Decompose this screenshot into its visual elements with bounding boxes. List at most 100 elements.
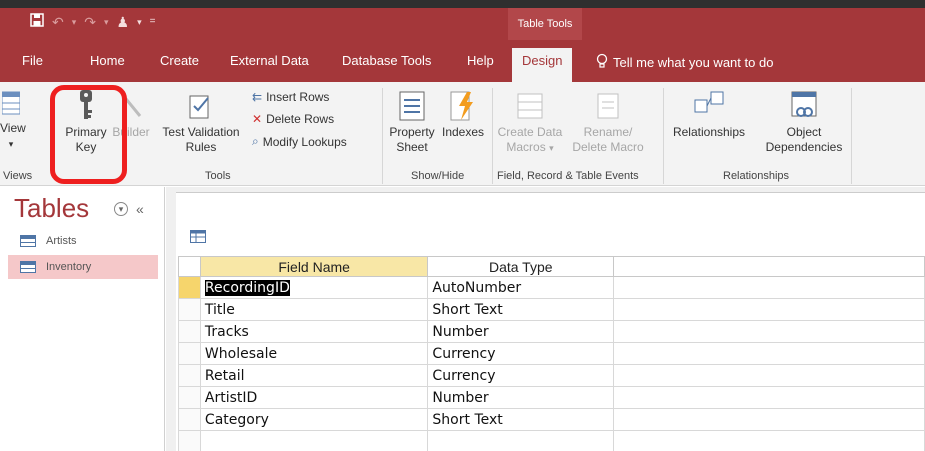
tell-me-search[interactable]: Tell me what you want to do: [596, 53, 773, 72]
delete-rows-button[interactable]: ✕ Delete Rows: [252, 112, 334, 126]
table-row[interactable]: Retail Currency: [178, 364, 925, 387]
ribbon-separator: [382, 88, 383, 184]
table-row[interactable]: RecordingID AutoNumber: [178, 276, 925, 299]
relationships-button[interactable]: Relationships: [668, 90, 750, 140]
table-row[interactable]: Wholesale Currency: [178, 342, 925, 365]
row-selector[interactable]: [178, 364, 201, 387]
tab-design[interactable]: Design: [512, 48, 573, 82]
description-cell[interactable]: [613, 408, 925, 431]
table-row-empty[interactable]: [178, 430, 925, 451]
tab-home[interactable]: Home: [90, 53, 125, 69]
test-validation-line2: Rules: [185, 140, 217, 154]
row-selector[interactable]: [178, 408, 201, 431]
collapse-pane-icon[interactable]: «: [136, 201, 144, 217]
object-dependencies-button[interactable]: Object Dependencies: [762, 90, 846, 155]
rename-delete-macro-button[interactable]: Rename/ Delete Macro: [568, 90, 648, 155]
customize-qat-icon[interactable]: =: [150, 13, 156, 31]
tab-external-data[interactable]: External Data: [230, 53, 309, 69]
description-cell[interactable]: [613, 386, 925, 409]
row-selector[interactable]: [178, 386, 201, 409]
relationships-icon: [694, 91, 724, 113]
navigation-pane: Tables ▾ « Artists Inventory: [0, 187, 165, 451]
table-icon: [20, 261, 36, 273]
ribbon-separator: [851, 88, 852, 184]
table-row[interactable]: ArtistID Number: [178, 386, 925, 409]
modify-lookups-button[interactable]: ⌕ Modify Lookups: [252, 134, 347, 149]
object-dependencies-icon: [791, 91, 817, 117]
row-selector[interactable]: [178, 320, 201, 343]
touch-mode-icon[interactable]: ♟: [117, 13, 130, 31]
tab-database-tools[interactable]: Database Tools: [342, 53, 431, 69]
field-name-cell[interactable]: Category: [199, 408, 429, 431]
test-validation-line1: Test Validation: [162, 125, 240, 139]
data-type-cell[interactable]: Currency: [427, 342, 615, 365]
group-label-tools: Tools: [205, 170, 231, 182]
table-icon: [20, 235, 36, 247]
description-cell[interactable]: [613, 320, 925, 343]
touch-dropdown-icon[interactable]: ▾: [137, 13, 142, 31]
description-cell[interactable]: [613, 298, 925, 321]
field-name-cell[interactable]: Wholesale: [199, 342, 429, 365]
field-name-cell[interactable]: Title: [199, 298, 429, 321]
data-type-cell[interactable]: Number: [427, 386, 615, 409]
tab-create[interactable]: Create: [160, 53, 199, 69]
view-button[interactable]: View ▾: [0, 90, 26, 152]
insert-rows-button[interactable]: ⇇ Insert Rows: [252, 90, 329, 104]
property-sheet-line1: Property: [389, 125, 435, 139]
indexes-button[interactable]: Indexes: [438, 90, 488, 140]
rename-delete-line2: Delete Macro: [572, 140, 644, 154]
field-name-cell[interactable]: RecordingID: [199, 276, 429, 299]
field-name-cell[interactable]: Tracks: [199, 320, 429, 343]
lightbulb-icon: [596, 53, 608, 72]
tab-file[interactable]: File: [22, 53, 43, 69]
field-name-cell[interactable]: Retail: [199, 364, 429, 387]
rename-delete-line1: Rename/: [583, 125, 633, 139]
table-row[interactable]: Title Short Text: [178, 298, 925, 321]
field-name-cell[interactable]: [199, 430, 429, 451]
data-type-cell[interactable]: AutoNumber: [427, 276, 615, 299]
nav-pane-controls: ▾ «: [114, 201, 144, 217]
data-type-cell[interactable]: Short Text: [427, 298, 615, 321]
tab-help[interactable]: Help: [467, 53, 494, 69]
ribbon-separator: [663, 88, 664, 184]
create-data-macros-button[interactable]: Create Data Macros ▾: [494, 90, 566, 156]
nav-item-inventory[interactable]: Inventory: [8, 255, 158, 279]
table-row[interactable]: Category Short Text: [178, 408, 925, 431]
nav-item-artists[interactable]: Artists: [8, 229, 158, 253]
object-dep-line1: Object: [786, 125, 822, 139]
row-selector-current[interactable]: [178, 276, 201, 299]
property-sheet-button[interactable]: Property Sheet: [386, 90, 438, 155]
description-cell[interactable]: [613, 430, 925, 451]
table-design-icon: [190, 230, 206, 246]
nav-menu-dropdown-icon[interactable]: ▾: [114, 202, 128, 216]
insert-rows-label: Insert Rows: [266, 90, 330, 104]
nav-pane-title[interactable]: Tables: [14, 193, 89, 224]
field-name-cell[interactable]: ArtistID: [199, 386, 429, 409]
redo-dropdown-icon[interactable]: ▾: [104, 13, 109, 31]
redo-icon[interactable]: ↷: [84, 13, 96, 31]
modify-lookups-icon: ⌕: [252, 134, 259, 148]
data-type-cell[interactable]: Currency: [427, 364, 615, 387]
insert-rows-icon: ⇇: [252, 90, 263, 104]
undo-icon[interactable]: ↶: [52, 13, 64, 31]
row-selector[interactable]: [178, 342, 201, 365]
table-row[interactable]: Tracks Number: [178, 320, 925, 343]
undo-dropdown-icon[interactable]: ▾: [72, 13, 77, 31]
description-cell[interactable]: [613, 364, 925, 387]
view-icon: [2, 91, 20, 115]
description-cell[interactable]: [613, 342, 925, 365]
test-validation-rules-button[interactable]: Test Validation Rules: [156, 90, 246, 155]
view-dropdown-icon: ▾: [8, 139, 14, 149]
delete-rows-icon: ✕: [252, 112, 263, 126]
data-type-cell[interactable]: Number: [427, 320, 615, 343]
save-icon[interactable]: [30, 13, 44, 31]
row-selector-header: [178, 256, 201, 277]
data-type-cell[interactable]: Short Text: [427, 408, 615, 431]
data-macros-icon: [517, 93, 543, 119]
description-cell[interactable]: [613, 276, 925, 299]
group-label-field-events: Field, Record & Table Events: [497, 170, 639, 182]
modify-lookups-label: Modify Lookups: [262, 134, 347, 149]
row-selector[interactable]: [178, 298, 201, 321]
data-type-cell[interactable]: [427, 430, 615, 451]
row-selector[interactable]: [178, 430, 201, 451]
